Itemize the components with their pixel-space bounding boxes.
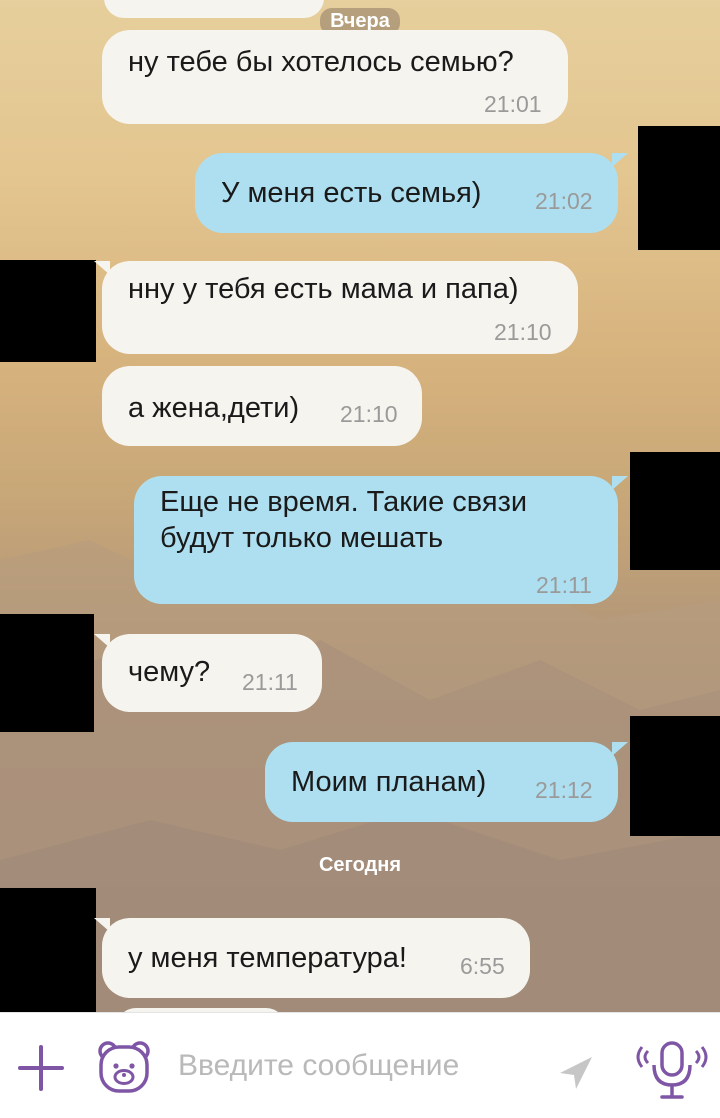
chat-history[interactable]: Вчера ну тебе бы хотелось семью? 21:01 У…: [0, 0, 720, 1012]
bubble-tail: [94, 261, 110, 275]
message-text: чему?: [128, 656, 211, 688]
redacted-block: [0, 614, 94, 732]
message-input[interactable]: [178, 1049, 538, 1083]
message-bubble-incoming[interactable]: ну тебе бы хотелось семью? 21:01: [102, 30, 568, 124]
day-divider-today: Сегодня: [0, 852, 720, 879]
message-text: нну у тебя есть мама и папа): [128, 273, 519, 305]
message-bubble-outgoing[interactable]: Еще не время. Такие связи будут только м…: [134, 476, 618, 604]
message-bubble-outgoing[interactable]: Моим планам) 21:12: [265, 742, 618, 822]
message-bubble-incoming[interactable]: у меня температура! 6:55: [102, 918, 530, 998]
message-time: 21:11: [242, 669, 298, 695]
bubble-tail: [612, 153, 628, 167]
message-time: 21:11: [536, 572, 592, 598]
redacted-block: [0, 888, 96, 1012]
bubble-tail: [94, 918, 110, 932]
plus-icon[interactable]: [16, 1043, 66, 1098]
bubble-tail: [94, 634, 110, 648]
message-bubble-outgoing[interactable]: У меня есть семья) 21:02: [195, 153, 618, 233]
voice-microphone-icon[interactable]: [636, 1037, 708, 1108]
message-bubble-incoming[interactable]: а жена,дети) 21:10: [102, 366, 422, 446]
message-text: Моим планам): [291, 766, 487, 798]
message-text: а жена,дети): [128, 392, 300, 424]
message-time: 6:55: [460, 953, 505, 979]
message-time: 21:12: [535, 777, 593, 803]
message-text: Еще не время. Такие связи будут только м…: [160, 486, 528, 554]
day-divider-label: Сегодня: [318, 854, 402, 876]
message-time: 21:02: [535, 188, 593, 214]
message-composer: [0, 1012, 720, 1118]
redacted-block: [638, 126, 720, 250]
message-time: 21:10: [340, 401, 398, 427]
bubble-tail: [612, 742, 628, 756]
message-time: 21:10: [494, 319, 552, 345]
send-arrow-icon[interactable]: [556, 1053, 596, 1098]
redacted-block: [630, 452, 720, 570]
message-text: ну тебе бы хотелось семью?: [128, 46, 514, 78]
message-bubble-incoming[interactable]: нну у тебя есть мама и папа) 21:10: [102, 261, 578, 354]
bubble-tail: [612, 476, 628, 490]
message-time: 21:01: [484, 91, 542, 117]
sticker-bear-icon[interactable]: [96, 1039, 152, 1100]
redacted-block: [0, 260, 96, 362]
message-bubble-incoming[interactable]: чему? 21:11: [102, 634, 322, 712]
message-text: у меня температура!: [128, 942, 407, 974]
redacted-block: [630, 716, 720, 836]
message-text: У меня есть семья): [221, 177, 482, 209]
